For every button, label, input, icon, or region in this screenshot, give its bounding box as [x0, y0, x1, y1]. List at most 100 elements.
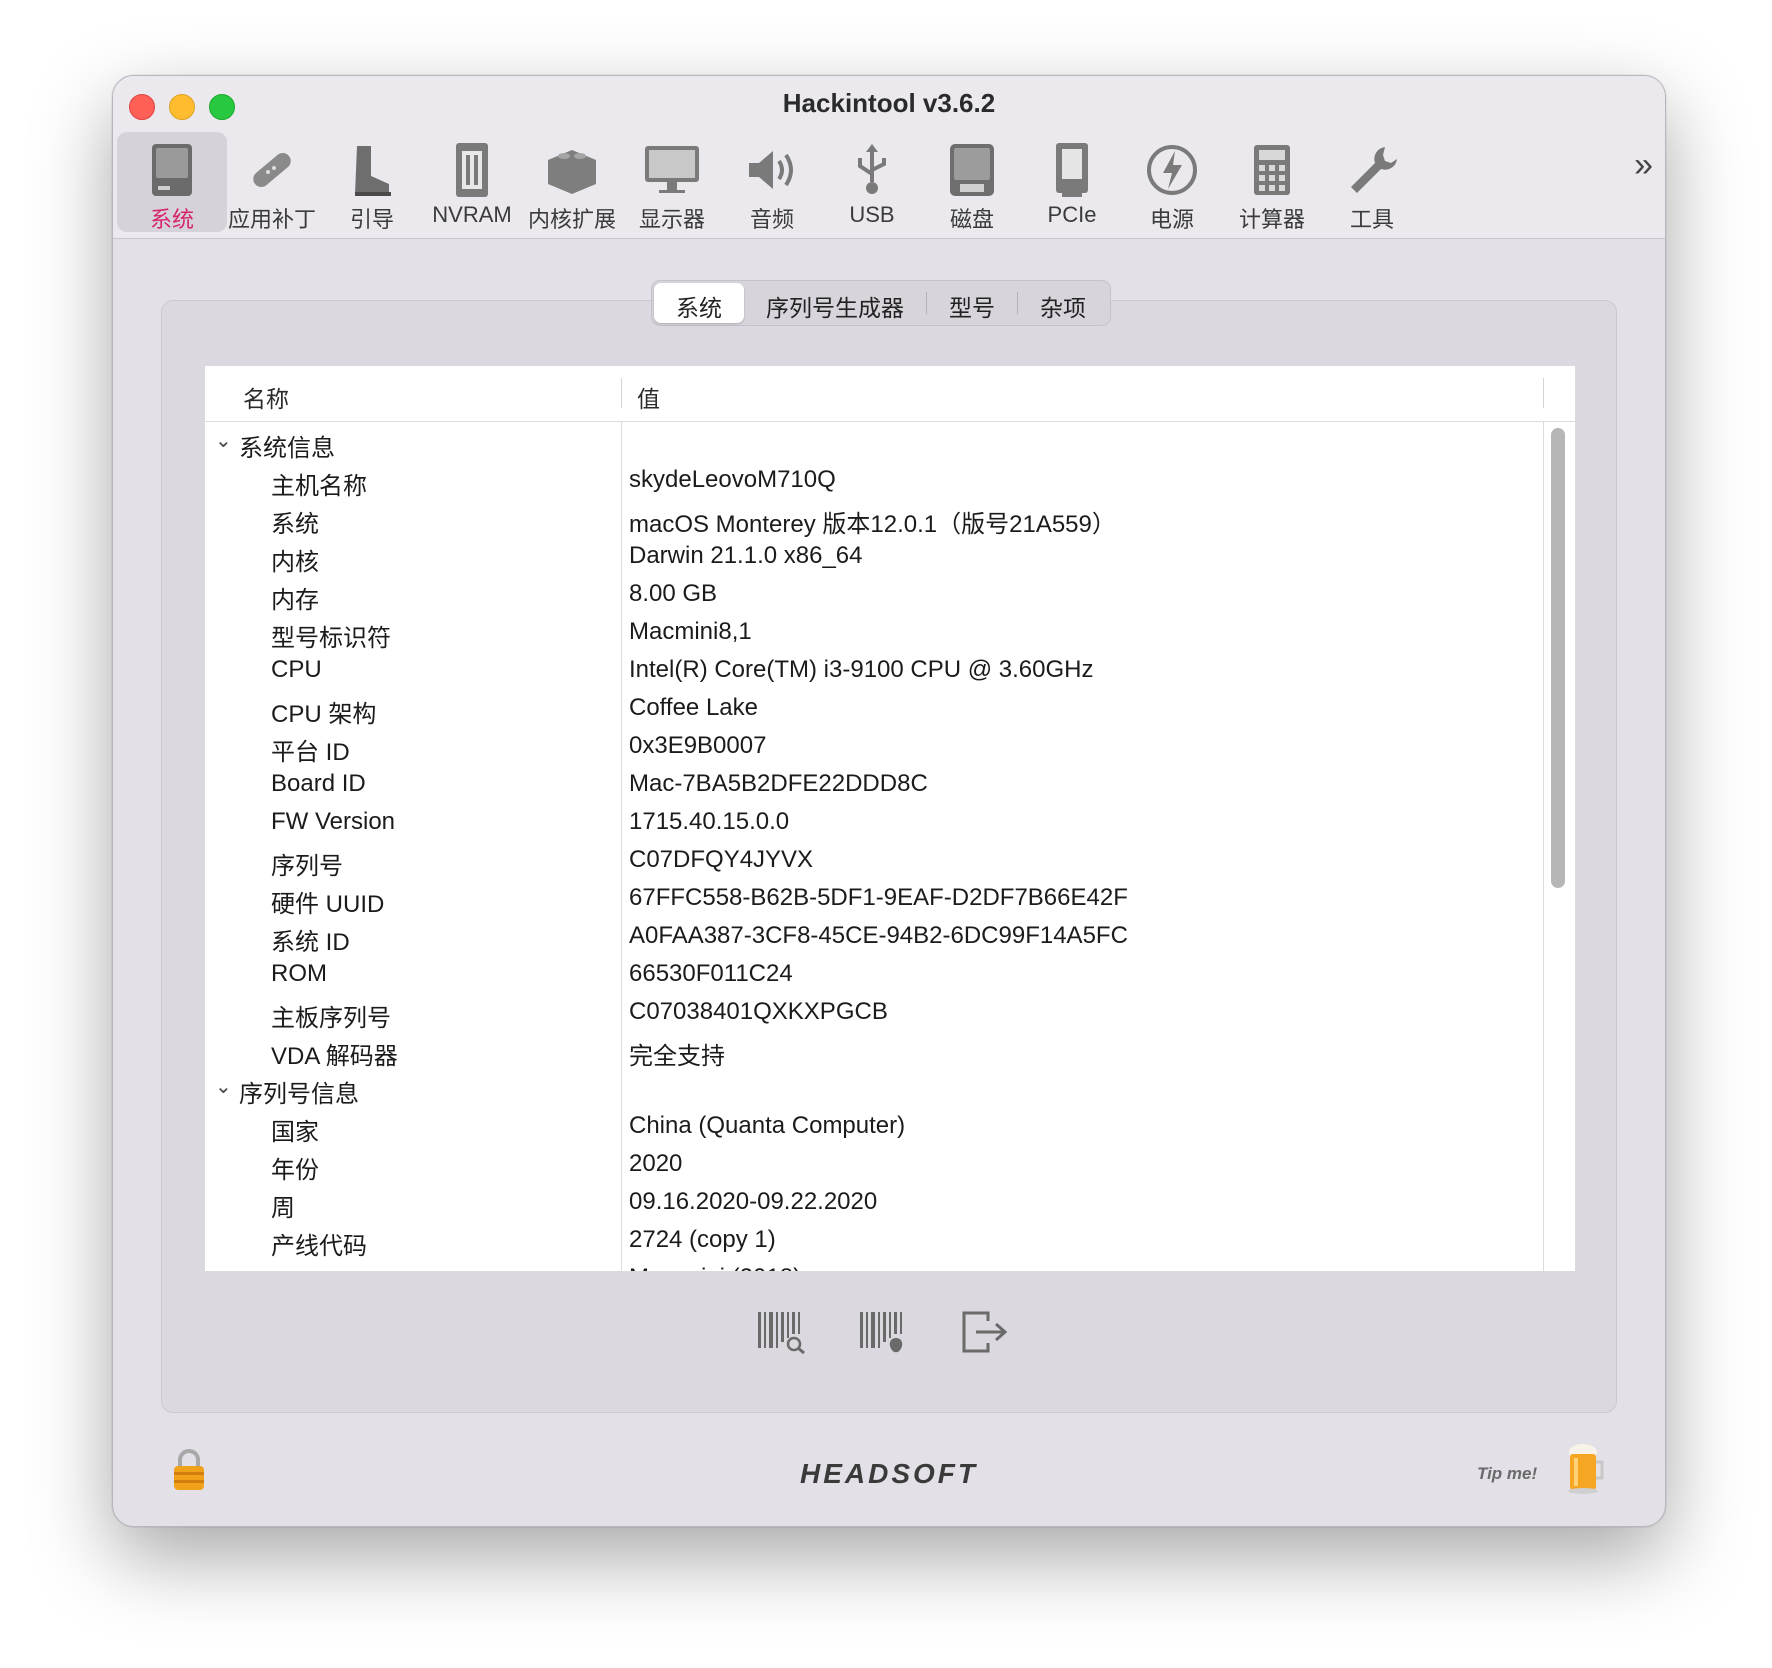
tab-misc[interactable]: 杂项 [1018, 283, 1108, 323]
row-name: 序列号信息 [239, 1081, 359, 1108]
row-name: 产线代码 [271, 1233, 367, 1260]
row-value: Intel(R) Core(TM) i3-9100 CPU @ 3.60GHz [629, 656, 1094, 683]
speaker-icon [717, 140, 827, 200]
row-value: skydeLeovoM710Q [629, 466, 836, 493]
row-name: 硬件 UUID [271, 891, 385, 918]
table-row[interactable]: 国家 China (Quanta Computer) [205, 1106, 1541, 1146]
memory-chip-icon [417, 140, 527, 200]
row-name: CPU 架构 [271, 701, 377, 728]
table-row[interactable]: VDA 解码器 完全支持 [205, 1030, 1541, 1070]
row-value: 09.16.2020-09.22.2020 [629, 1188, 878, 1215]
table-row[interactable]: 硬件 UUID 67FFC558-B62B-5DF1-9EAF-D2DF7B66E… [205, 878, 1541, 918]
row-name: 内存 [271, 587, 319, 614]
table-row[interactable]: 年份 2020 [205, 1144, 1541, 1184]
toolbar: 系统 应用补丁 引导 NVRAM 内核扩展 显示器 音频 USB 磁盘 PCIe… [113, 132, 1665, 238]
row-name: 型号 [271, 1264, 319, 1271]
row-value: 2020 [629, 1150, 683, 1177]
column-divider [621, 378, 622, 408]
table-rows: ⌄ 系统信息主机名称 skydeLeovoM710Q 系统 macOS Monterey… [205, 422, 1541, 1271]
table-row[interactable]: 系统 macOS Monterey 版本12.0.1（版号21A559） [205, 498, 1541, 538]
column-divider [1543, 422, 1544, 1271]
chevron-down-icon[interactable]: ⌄ [215, 1074, 232, 1099]
table-row[interactable]: 周 09.16.2020-09.22.2020 [205, 1182, 1541, 1222]
row-name: ROM [271, 960, 327, 987]
column-header-name[interactable]: 名称 [243, 380, 289, 414]
app-window: Hackintool v3.6.2 系统 应用补丁 引导 NVRAM 内核扩展 … [112, 75, 1666, 1527]
disk-icon [917, 140, 1027, 200]
row-value: 66530F011C24 [629, 960, 793, 987]
row-value: A0FAA387-3CF8-45CE-94B2-6DC99F14A5FC [629, 922, 1128, 949]
action-bar [753, 1306, 1013, 1358]
chevron-down-icon[interactable]: ⌄ [215, 428, 232, 453]
table-row[interactable]: 型号 Mac mini (2018) [205, 1258, 1541, 1271]
export-icon[interactable] [957, 1306, 1013, 1358]
window-title: Hackintool v3.6.2 [782, 88, 996, 118]
boot-icon [317, 140, 427, 200]
table-row[interactable]: 系统 ID A0FAA387-3CF8-45CE-94B2-6DC99F14A5F… [205, 916, 1541, 956]
row-name: 主板序列号 [271, 1005, 391, 1032]
tab-system[interactable]: 系统 [654, 283, 744, 323]
toolbar-item-tools[interactable]: 工具 [1317, 132, 1427, 232]
row-name: 系统信息 [239, 435, 335, 462]
wrench-icon [1317, 140, 1427, 200]
row-value: 1715.40.15.0.0 [629, 808, 790, 835]
row-name: 周 [271, 1195, 295, 1222]
table-row[interactable]: 产线代码 2724 (copy 1) [205, 1220, 1541, 1260]
row-value: China (Quanta Computer) [629, 1112, 906, 1139]
row-name: 主机名称 [271, 473, 367, 500]
table-row[interactable]: CPU 架构 Coffee Lake [205, 688, 1541, 728]
table-row[interactable]: 内存 8.00 GB [205, 574, 1541, 614]
table-row[interactable]: 序列号 C07DFQY4JYVX [205, 840, 1541, 880]
beer-mug-icon[interactable] [1566, 1442, 1606, 1496]
table-row[interactable]: ROM 66530F011C24 [205, 954, 1541, 992]
row-name: 平台 ID [271, 739, 350, 766]
pcie-card-icon [1017, 140, 1127, 200]
brand-logo[interactable]: HEADSOFT [113, 1458, 1665, 1490]
table-row[interactable]: 型号标识符 Macmini8,1 [205, 612, 1541, 652]
row-name: 序列号 [271, 853, 343, 880]
row-value: 完全支持 [629, 1043, 725, 1070]
table-row[interactable]: FW Version 1715.40.15.0.0 [205, 802, 1541, 840]
barcode-apple-icon[interactable] [855, 1306, 911, 1358]
row-name: 系统 ID [271, 929, 350, 956]
row-value: Mac mini (2018) [629, 1264, 801, 1271]
table-row[interactable]: 主板序列号 C07038401QXKXPGCB [205, 992, 1541, 1032]
row-value: macOS Monterey 版本12.0.1（版号21A559） [629, 511, 1116, 538]
row-value: C07038401QXKXPGCB [629, 998, 888, 1025]
tab-serial-generator[interactable]: 序列号生成器 [744, 283, 926, 323]
row-name: 型号标识符 [271, 625, 391, 652]
calculator-icon [1217, 140, 1327, 200]
computer-icon [117, 140, 227, 200]
table-group-row[interactable]: ⌄ 系统信息 [205, 422, 1541, 462]
row-name: 内核 [271, 549, 319, 576]
row-value: 0x3E9B0007 [629, 732, 767, 759]
row-value: 8.00 GB [629, 580, 718, 607]
row-value: 67FFC558-B62B-5DF1-9EAF-D2DF7B66E42F [629, 884, 1128, 911]
toolbar-label: 工具 [1349, 207, 1394, 232]
tip-me-label[interactable]: Tip me! [1477, 1464, 1537, 1484]
row-value: Mac-7BA5B2DFE22DDD8C [629, 770, 928, 797]
title-bar: Hackintool v3.6.2 系统 应用补丁 引导 NVRAM 内核扩展 … [113, 76, 1665, 239]
info-table: 名称 值 ⌄ 系统信息主机名称 skydeLeovoM710Q 系统 macOS Mon… [205, 366, 1575, 1271]
column-header-value[interactable]: 值 [637, 380, 660, 414]
vertical-scrollbar[interactable] [1551, 428, 1565, 888]
row-name: 年份 [271, 1157, 319, 1184]
row-name: FW Version [271, 808, 396, 835]
row-value: C07DFQY4JYVX [629, 846, 814, 873]
table-row[interactable]: 平台 ID 0x3E9B0007 [205, 726, 1541, 766]
usb-icon [817, 140, 927, 200]
table-header: 名称 值 [205, 366, 1575, 422]
row-value: Macmini8,1 [629, 618, 752, 645]
tab-model[interactable]: 型号 [927, 283, 1017, 323]
display-icon [617, 140, 727, 200]
table-row[interactable]: 主机名称 skydeLeovoM710Q [205, 460, 1541, 500]
table-group-row[interactable]: ⌄ 序列号信息 [205, 1068, 1541, 1108]
row-name: 国家 [271, 1119, 319, 1146]
row-name: Board ID [271, 770, 366, 797]
table-row[interactable]: 内核 Darwin 21.1.0 x86_64 [205, 536, 1541, 576]
table-row[interactable]: Board ID Mac-7BA5B2DFE22DDD8C [205, 764, 1541, 802]
bandage-icon [217, 140, 327, 200]
table-row[interactable]: CPU Intel(R) Core(TM) i3-9100 CPU @ 3.60G… [205, 650, 1541, 688]
barcode-search-icon[interactable] [753, 1306, 809, 1358]
toolbar-overflow-button[interactable]: » [1634, 146, 1653, 185]
